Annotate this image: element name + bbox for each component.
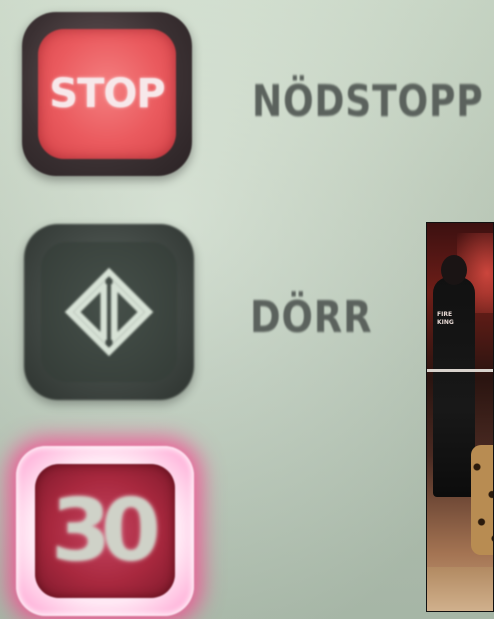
floor-number: 30 [51, 481, 161, 581]
leopard-print-garment [471, 445, 493, 555]
door-button[interactable] [24, 224, 194, 400]
emergency-stop-button[interactable]: STOP [22, 12, 192, 176]
floor-button-face: 30 [35, 464, 175, 598]
railing [427, 369, 493, 372]
floor [427, 567, 493, 611]
shirt-print: FIRE KING [437, 311, 454, 326]
person-head [441, 255, 467, 285]
stop-button-label: STOP [49, 71, 165, 117]
inset-photo: FIRE KING [426, 222, 494, 612]
door-open-close-icon [64, 267, 154, 357]
person-figure [433, 277, 475, 497]
floor-30-button[interactable]: 30 [16, 446, 194, 616]
door-label: DÖRR [250, 292, 373, 343]
emergency-stop-label: NÖDSTOPP [252, 76, 484, 127]
door-button-face [41, 242, 177, 382]
stop-button-face: STOP [38, 29, 176, 159]
